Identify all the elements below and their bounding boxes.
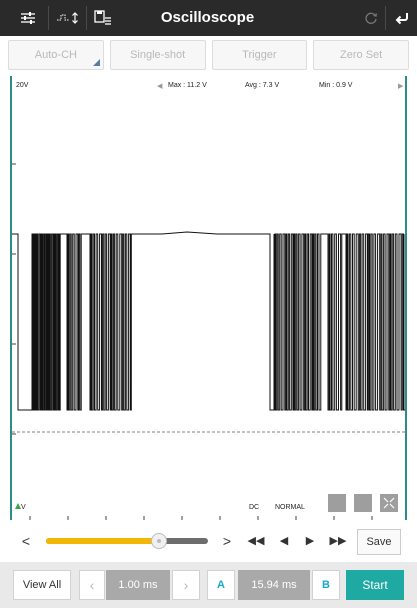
save-button[interactable]: Save [357, 529, 401, 555]
trigger-label: Trigger [242, 49, 277, 61]
header-divider [385, 6, 386, 30]
zero-set-button[interactable]: Zero Set [313, 40, 409, 70]
header-divider [48, 6, 49, 30]
waveform-display[interactable]: 20V ◀ Max : 11.2 V Avg : 7.3 V Min : 0.9… [10, 76, 407, 520]
page-title: Oscilloscope [160, 9, 255, 26]
fast-rewind-icon[interactable]: ◀◀ [244, 524, 268, 558]
y-axis-ticks [12, 163, 16, 435]
refresh-icon[interactable] [360, 0, 382, 36]
trigger-button[interactable]: Trigger [211, 40, 308, 70]
start-button[interactable]: Start [346, 570, 404, 600]
step-back-icon[interactable]: ◀ [274, 524, 294, 558]
x-axis-ticks [29, 516, 373, 520]
fullscreen-icon[interactable] [380, 494, 398, 512]
auto-ch-button[interactable]: Auto-CH [8, 40, 104, 70]
scroll-left-icon[interactable]: < [16, 524, 36, 558]
fast-forward-icon[interactable]: ▶▶ [326, 524, 350, 558]
time-decrease-button[interactable]: ‹ [79, 570, 105, 600]
view-all-button[interactable]: View All [13, 570, 71, 600]
zero-set-label: Zero Set [340, 49, 383, 61]
mode-button-row: Auto-CH Single-shot Trigger Zero Set [8, 40, 409, 72]
cursor-b-button[interactable]: B [312, 570, 340, 600]
header-divider [86, 6, 87, 30]
channel-label: V [21, 504, 26, 511]
save-list-icon[interactable] [90, 0, 116, 36]
step-forward-icon[interactable]: ▶ [300, 524, 320, 558]
mode-label: NORMAL [275, 504, 305, 511]
settings-sliders-icon[interactable] [16, 0, 40, 36]
time-increase-button[interactable]: › [172, 570, 200, 600]
coupling-label: DC [249, 504, 260, 511]
time-base-value: 1.00 ms [106, 570, 170, 600]
timeline-slider[interactable] [46, 533, 208, 549]
signal-icon[interactable] [53, 0, 83, 36]
slider-fill [46, 538, 160, 544]
cursor-a-button[interactable]: A [207, 570, 235, 600]
measure-toggle-icon[interactable] [354, 494, 372, 512]
timeline-slider-row: < > ◀◀ ◀ ▶ ▶▶ Save [0, 524, 417, 558]
single-shot-label: Single-shot [130, 49, 186, 61]
dropdown-corner-icon [92, 59, 100, 66]
back-icon[interactable] [390, 0, 414, 36]
oscilloscope-app: Oscilloscope Auto-CH Single-shot Trigger [0, 0, 417, 608]
header-bar: Oscilloscope [0, 0, 417, 36]
signal-trace [12, 231, 405, 411]
auto-ch-label: Auto-CH [34, 49, 77, 61]
bottom-toolbar: View All ‹ 1.00 ms › A 15.94 ms B Start [0, 562, 417, 608]
single-shot-button[interactable]: Single-shot [109, 40, 206, 70]
cursor-delta-value: 15.94 ms [238, 570, 310, 600]
scroll-right-icon[interactable]: > [218, 524, 236, 558]
cursor-toggle-icon[interactable] [328, 494, 346, 512]
waveform-svg [12, 163, 405, 520]
slider-thumb[interactable] [151, 533, 168, 549]
